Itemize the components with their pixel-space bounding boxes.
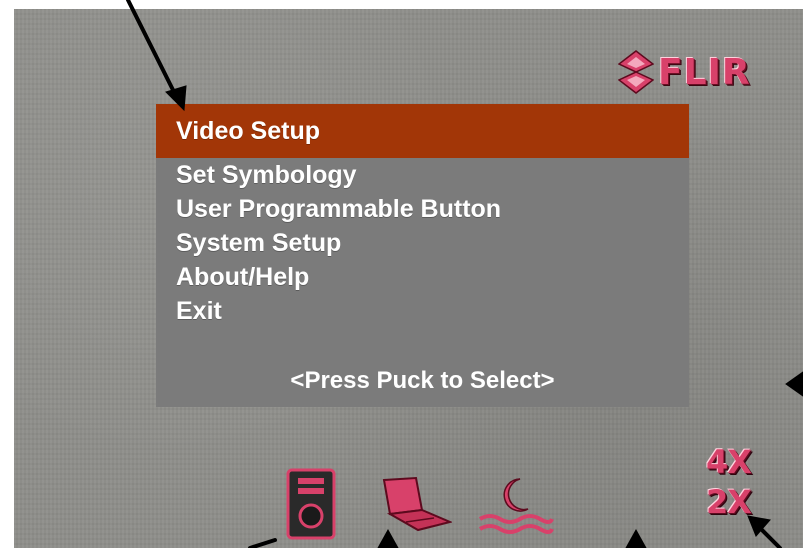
main-menu: Video Setup Set Symbology User Programma… <box>156 104 689 407</box>
thermal-video-screen: FLIR Video Setup Set Symbology User Prog… <box>14 9 803 548</box>
flir-logo: FLIR <box>618 48 751 96</box>
press-puck-hint: <Press Puck to Select> <box>290 367 555 394</box>
laptop-icon <box>382 476 452 532</box>
menu-item-user-programmable-button[interactable]: User Programmable Button <box>156 192 689 226</box>
zoom-level-4x: 4X <box>706 443 752 481</box>
zoom-level-2x: 2X <box>706 483 752 521</box>
menu-item-system-setup[interactable]: System Setup <box>156 226 689 260</box>
menu-item-about-help[interactable]: About/Help <box>156 260 689 294</box>
menu-item-video-setup[interactable]: Video Setup <box>156 104 689 158</box>
menu-item-exit[interactable]: Exit <box>156 294 689 328</box>
flir-logo-text: FLIR <box>658 51 751 93</box>
joystick-controller-icon <box>286 468 336 540</box>
night-mode-moon-icon <box>478 478 554 534</box>
flir-logo-mark-icon <box>618 50 654 94</box>
menu-item-set-symbology[interactable]: Set Symbology <box>156 158 689 192</box>
